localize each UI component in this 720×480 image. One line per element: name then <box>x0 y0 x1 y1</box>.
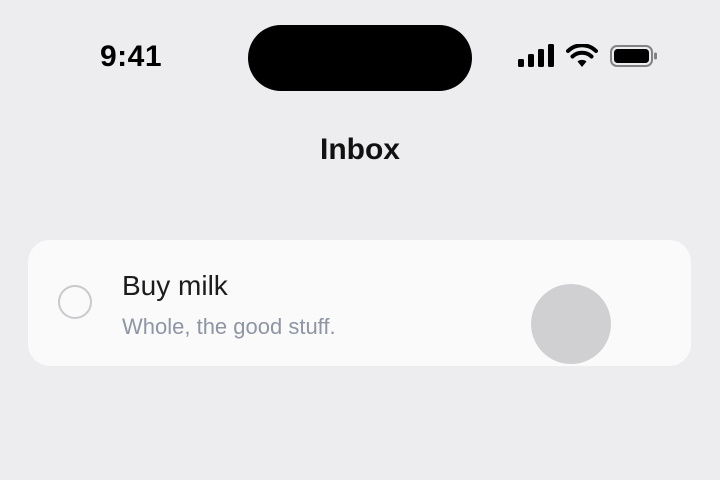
battery-icon <box>610 44 658 68</box>
touch-indicator <box>531 284 611 364</box>
status-time: 9:41 <box>100 40 163 73</box>
wifi-icon <box>566 44 598 68</box>
status-bar: 9:41 <box>0 0 720 110</box>
dynamic-island <box>248 25 472 91</box>
task-title: Buy milk <box>122 270 228 301</box>
task-complete-checkbox[interactable] <box>58 285 92 319</box>
task-note: Whole, the good stuff. <box>122 314 336 339</box>
cellular-signal-icon <box>518 44 554 68</box>
task-card[interactable]: Buy milk Whole, the good stuff. <box>28 240 691 366</box>
page-title: Inbox <box>320 133 400 166</box>
status-icons <box>518 44 658 68</box>
